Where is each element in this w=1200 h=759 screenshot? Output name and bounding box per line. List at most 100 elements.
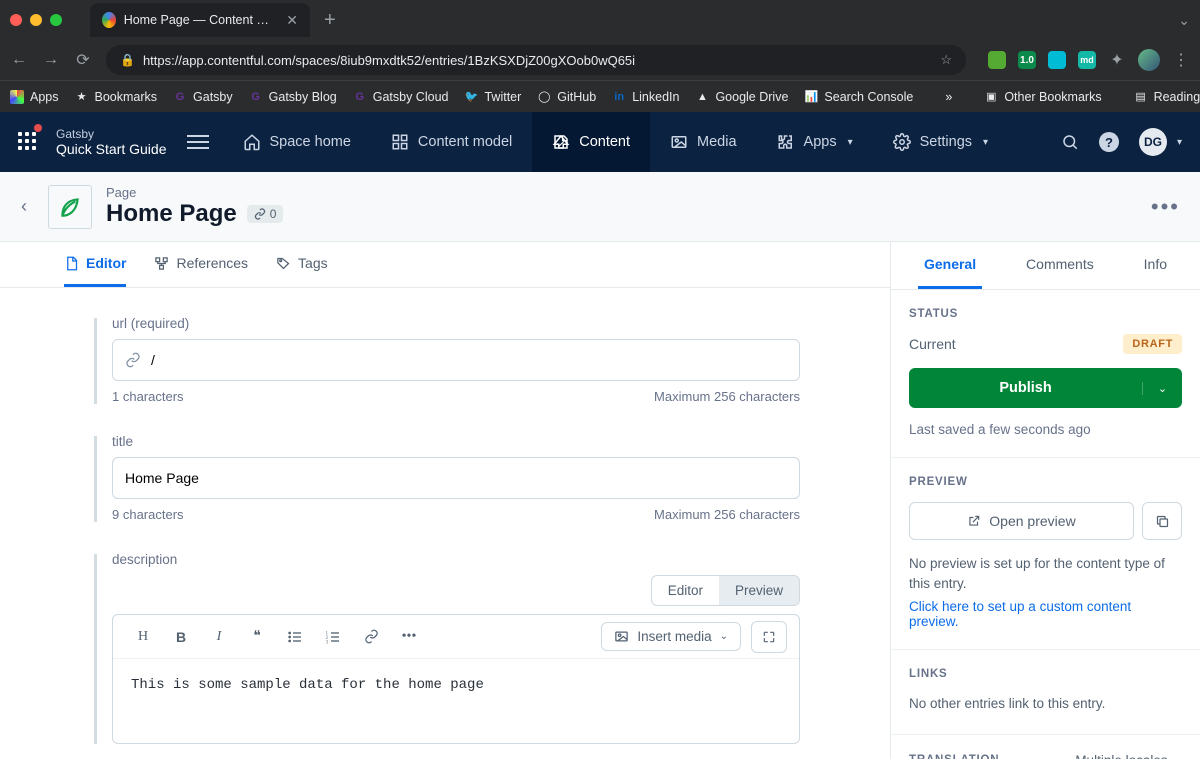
- section-heading: STATUS: [909, 308, 1182, 320]
- address-bar[interactable]: 🔒 https://app.contentful.com/spaces/8iub…: [106, 45, 966, 75]
- apps-grid-icon: [18, 132, 38, 152]
- nav-content-model[interactable]: Content model: [371, 112, 532, 172]
- sidebar-tab-info[interactable]: Info: [1138, 242, 1173, 289]
- more-formatting-button[interactable]: •••: [391, 621, 427, 653]
- bookmark-item[interactable]: GGatsby Blog: [249, 90, 337, 104]
- back-button[interactable]: ‹: [0, 196, 48, 217]
- insert-media-button[interactable]: Insert media ⌄: [601, 622, 741, 651]
- open-preview-button[interactable]: Open preview: [909, 502, 1134, 540]
- bookmark-item[interactable]: 🐦Twitter: [464, 90, 521, 104]
- copy-preview-button[interactable]: [1142, 502, 1182, 540]
- tab-tags[interactable]: Tags: [276, 242, 328, 287]
- bookmark-item[interactable]: ◯GitHub: [537, 90, 596, 104]
- maximize-window-icon[interactable]: [50, 14, 62, 26]
- apps-shortcut[interactable]: Apps: [10, 90, 59, 104]
- bookmarks-bar: Apps ★Bookmarks GGatsby GGatsby Blog GGa…: [0, 80, 1200, 112]
- search-icon[interactable]: [1061, 133, 1079, 151]
- url-input-wrapper[interactable]: [112, 339, 800, 381]
- gatsby-icon: G: [353, 90, 367, 104]
- bookmark-item[interactable]: 📊Search Console: [804, 90, 913, 104]
- window-controls: [10, 14, 62, 26]
- chevron-down-icon[interactable]: ⌄: [1142, 382, 1182, 395]
- fullscreen-button[interactable]: [751, 621, 787, 653]
- rte-content[interactable]: This is some sample data for the home pa…: [113, 659, 799, 743]
- locale-selector[interactable]: Multiple locales ⌄: [1075, 753, 1182, 759]
- leaf-icon: [57, 194, 83, 220]
- last-saved-text: Last saved a few seconds ago: [909, 422, 1182, 437]
- setup-preview-link[interactable]: Click here to set up a custom content pr…: [909, 599, 1182, 629]
- bookmark-item[interactable]: GGatsby: [173, 90, 233, 104]
- header-actions: ? DG ▾: [1061, 128, 1200, 156]
- browser-tab[interactable]: Home Page — Content — Quick ✕: [90, 3, 310, 37]
- unordered-list-button[interactable]: [277, 621, 313, 653]
- tab-overflow-icon[interactable]: ⌄: [1178, 12, 1190, 29]
- toggle-editor[interactable]: Editor: [652, 576, 719, 605]
- link-button[interactable]: [353, 621, 389, 653]
- extension-icon[interactable]: [1048, 51, 1066, 69]
- field-url: url (required) 1 characters Maximum 256 …: [112, 316, 800, 404]
- nav-reload-icon[interactable]: ⟳: [74, 50, 92, 70]
- minimize-window-icon[interactable]: [30, 14, 42, 26]
- title-input-wrapper[interactable]: [112, 457, 800, 499]
- tab-editor[interactable]: Editor: [64, 242, 126, 287]
- user-menu[interactable]: DG ▾: [1139, 128, 1182, 156]
- gatsby-icon: G: [249, 90, 263, 104]
- bookmark-star-icon[interactable]: ☆: [940, 52, 952, 68]
- heading-button[interactable]: H: [125, 621, 161, 653]
- extension-icon[interactable]: 1.0: [1018, 51, 1036, 69]
- nav-settings[interactable]: Settings▾: [873, 112, 1008, 172]
- chevron-down-icon: ▾: [983, 137, 988, 148]
- space-name: Quick Start Guide: [56, 141, 167, 157]
- close-window-icon[interactable]: [10, 14, 22, 26]
- sidebar-tab-general[interactable]: General: [918, 242, 982, 289]
- help-icon[interactable]: ?: [1099, 132, 1119, 152]
- bookmark-item[interactable]: inLinkedIn: [612, 90, 679, 104]
- bookmark-item[interactable]: GGatsby Cloud: [353, 90, 449, 104]
- incoming-links-badge[interactable]: 0: [247, 205, 284, 223]
- extension-icon[interactable]: [988, 51, 1006, 69]
- references-icon: [154, 256, 169, 271]
- publish-button[interactable]: Publish ⌄: [909, 368, 1182, 408]
- bold-button[interactable]: B: [163, 621, 199, 653]
- browser-menu-icon[interactable]: ⋮: [1172, 50, 1190, 70]
- apps-switcher-button[interactable]: [0, 112, 56, 172]
- profile-avatar-icon[interactable]: [1138, 49, 1160, 71]
- bookmark-item[interactable]: ★Bookmarks: [75, 90, 158, 104]
- chevron-down-icon: ▾: [1177, 137, 1182, 148]
- tab-close-icon[interactable]: ✕: [286, 12, 298, 29]
- ordered-list-button[interactable]: 123: [315, 621, 351, 653]
- link-icon: [254, 208, 266, 220]
- nav-space-home[interactable]: Space home: [223, 112, 371, 172]
- sidebar-tab-comments[interactable]: Comments: [1020, 242, 1100, 289]
- extension-icon[interactable]: md: [1078, 51, 1096, 69]
- entry-title: Home Page: [106, 200, 237, 228]
- toggle-preview[interactable]: Preview: [719, 576, 799, 605]
- nav-forward-icon[interactable]: →: [42, 51, 60, 69]
- sidebar-status: STATUS Current DRAFT Publish ⌄ Last save…: [891, 290, 1200, 458]
- nav-content[interactable]: Content: [532, 112, 650, 172]
- browser-chrome: Home Page — Content — Quick ✕ + ⌄ ← → ⟳ …: [0, 0, 1200, 112]
- space-selector[interactable]: Gatsby Quick Start Guide: [56, 127, 181, 157]
- nav-apps[interactable]: Apps▾: [757, 112, 873, 172]
- app-header: Gatsby Quick Start Guide Space home Cont…: [0, 112, 1200, 172]
- url-input[interactable]: [151, 352, 787, 368]
- search-console-icon: 📊: [804, 90, 818, 104]
- other-bookmarks[interactable]: ▣Other Bookmarks: [984, 90, 1101, 104]
- extensions-puzzle-icon[interactable]: ✦: [1108, 50, 1126, 70]
- title-input[interactable]: [125, 470, 787, 486]
- tab-references[interactable]: References: [154, 242, 248, 287]
- quote-button[interactable]: ❝: [239, 621, 275, 653]
- menu-toggle-icon[interactable]: [187, 135, 209, 149]
- italic-button[interactable]: I: [201, 621, 237, 653]
- section-heading: LINKS: [909, 668, 1182, 680]
- sidebar-links: LINKS No other entries link to this entr…: [891, 650, 1200, 735]
- entry-actions-menu[interactable]: •••: [1151, 194, 1192, 220]
- new-tab-button[interactable]: +: [324, 9, 336, 32]
- bookmark-item[interactable]: ▲Google Drive: [695, 90, 788, 104]
- model-icon: [391, 133, 409, 151]
- nav-media[interactable]: Media: [650, 112, 757, 172]
- field-label: url (required): [112, 316, 800, 331]
- bookmarks-overflow[interactable]: »: [945, 90, 952, 104]
- reading-list[interactable]: ▤Reading List: [1134, 90, 1200, 104]
- nav-back-icon[interactable]: ←: [10, 51, 28, 69]
